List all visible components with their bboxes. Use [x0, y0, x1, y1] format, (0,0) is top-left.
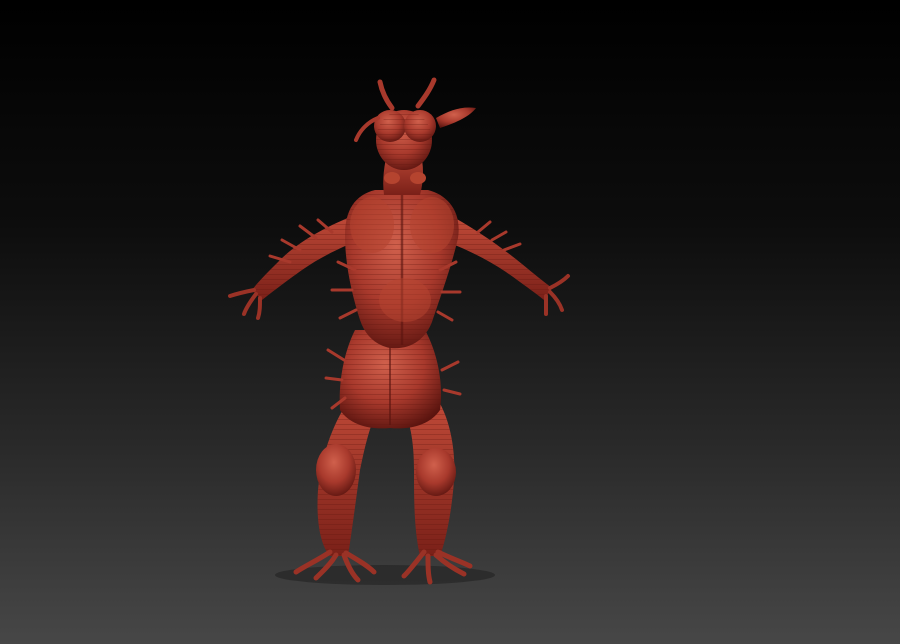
3d-viewport[interactable]: [0, 0, 900, 644]
right-arm: [452, 218, 570, 316]
left-arm: [228, 215, 360, 320]
creature-model[interactable]: [0, 0, 900, 644]
